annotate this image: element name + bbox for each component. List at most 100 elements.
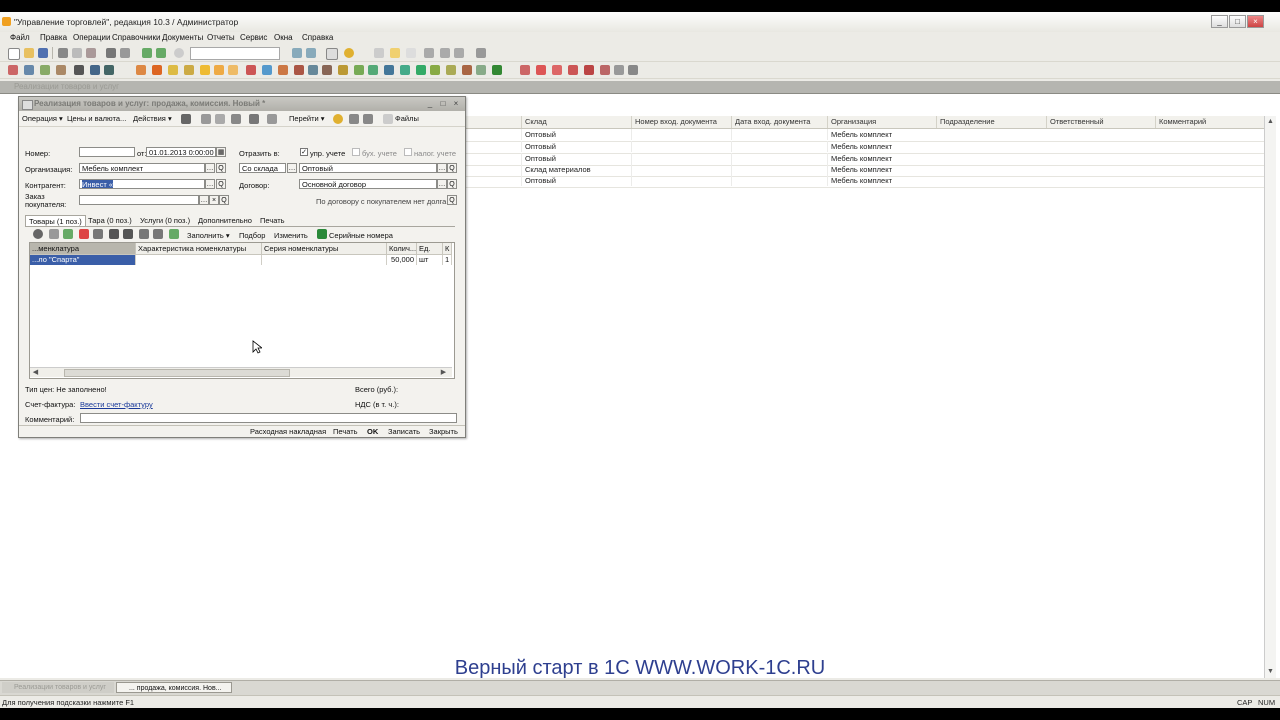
- doc-icon[interactable]: [74, 65, 84, 75]
- post-icon[interactable]: [181, 114, 191, 124]
- create-invoice-link[interactable]: Ввести счет-фактуру: [80, 400, 153, 409]
- organization-select-button[interactable]: …: [205, 163, 215, 173]
- selection-button[interactable]: Подбор: [239, 231, 265, 240]
- files-icon[interactable]: [383, 114, 393, 124]
- doc-icon[interactable]: [552, 65, 562, 75]
- row-icon[interactable]: [93, 229, 103, 239]
- col-incoming-date[interactable]: Дата вход. документа: [731, 116, 827, 128]
- move-down-icon[interactable]: [123, 229, 133, 239]
- sort-asc-icon[interactable]: [139, 229, 149, 239]
- doc-icon[interactable]: [184, 65, 194, 75]
- book-accounting-checkbox[interactable]: [352, 148, 360, 156]
- paste-icon[interactable]: [86, 48, 96, 58]
- doc-icon[interactable]: [152, 65, 162, 75]
- warehouse-select-button[interactable]: …: [437, 163, 447, 173]
- actions-menu[interactable]: Действия ▾: [133, 114, 172, 123]
- doc-icon[interactable]: [600, 65, 610, 75]
- counterparty-select-button[interactable]: …: [205, 179, 215, 189]
- doc-icon[interactable]: [492, 65, 502, 75]
- tab-additional[interactable]: Дополнительно: [195, 215, 255, 226]
- grid-horizontal-scrollbar[interactable]: ◀ ▶: [30, 367, 452, 377]
- doc-icon[interactable]: [416, 65, 426, 75]
- tool-icon[interactable]: [406, 48, 416, 58]
- col-incoming-number[interactable]: Номер вход. документа: [631, 116, 731, 128]
- cell-nomenclature[interactable]: ...ло "Спарта": [30, 255, 136, 265]
- doc-icon[interactable]: [354, 65, 364, 75]
- doc-icon[interactable]: [246, 65, 256, 75]
- doc-icon[interactable]: [308, 65, 318, 75]
- doc-icon[interactable]: [338, 65, 348, 75]
- doc-icon[interactable]: [294, 65, 304, 75]
- scroll-thumb[interactable]: [64, 369, 290, 377]
- doc-icon[interactable]: [56, 65, 66, 75]
- cell-quantity[interactable]: 50,000: [387, 255, 417, 265]
- serial-numbers-icon[interactable]: [317, 229, 327, 239]
- mark-plus-icon[interactable]: [440, 48, 450, 58]
- doc-icon[interactable]: [430, 65, 440, 75]
- doc-icon[interactable]: [104, 65, 114, 75]
- number-field[interactable]: [79, 147, 135, 157]
- save-button[interactable]: Записать: [388, 427, 420, 436]
- ok-button[interactable]: OK: [367, 427, 378, 436]
- refresh-icon[interactable]: [231, 114, 241, 124]
- customer-order-field[interactable]: [79, 195, 199, 205]
- counterparty-open-icon[interactable]: Q: [216, 179, 226, 189]
- cut-icon[interactable]: [58, 48, 68, 58]
- doc-icon[interactable]: [136, 65, 146, 75]
- minimize-button[interactable]: _: [1211, 15, 1228, 28]
- col-organization[interactable]: Организация: [827, 116, 936, 128]
- task-list-window[interactable]: Реализации товаров и услуг: [2, 682, 114, 693]
- task-document-window[interactable]: ... продажа, комиссия. Нов...: [116, 682, 232, 693]
- mgmt-accounting-checkbox[interactable]: ✓: [300, 148, 308, 156]
- doc-icon[interactable]: [322, 65, 332, 75]
- doc-icon[interactable]: [520, 65, 530, 75]
- col-warehouse[interactable]: Склад: [521, 116, 631, 128]
- close-button[interactable]: ×: [1247, 15, 1264, 28]
- contract-open-icon[interactable]: Q: [447, 179, 457, 189]
- serial-numbers-button[interactable]: Серийные номера: [329, 231, 393, 240]
- doc-icon[interactable]: [568, 65, 578, 75]
- warehouse-open-icon[interactable]: Q: [447, 163, 457, 173]
- doc-icon[interactable]: [584, 65, 594, 75]
- debt-open-icon[interactable]: Q: [447, 195, 457, 205]
- doc-icon[interactable]: [24, 65, 34, 75]
- doc-icon[interactable]: [628, 65, 638, 75]
- print-icon[interactable]: [106, 48, 116, 58]
- find-next-icon[interactable]: [292, 48, 302, 58]
- list-icon[interactable]: [349, 114, 359, 124]
- menu-edit[interactable]: Правка: [40, 33, 67, 42]
- warehouse-choice-button[interactable]: …: [287, 163, 297, 173]
- doc-icon[interactable]: [476, 65, 486, 75]
- col-k[interactable]: К: [443, 243, 452, 254]
- settings-icon[interactable]: [476, 48, 486, 58]
- mark-minus-icon[interactable]: [454, 48, 464, 58]
- maximize-button[interactable]: □: [1229, 15, 1246, 28]
- scroll-left-icon[interactable]: ◀: [31, 368, 40, 377]
- move-up-icon[interactable]: [109, 229, 119, 239]
- tax-accounting-checkbox[interactable]: [404, 148, 412, 156]
- menu-operations[interactable]: Операции: [73, 33, 110, 42]
- sort-desc-icon[interactable]: [153, 229, 163, 239]
- help-icon[interactable]: [344, 48, 354, 58]
- doc-icon[interactable]: [201, 114, 211, 124]
- menu-service[interactable]: Сервис: [240, 33, 267, 42]
- operation-menu[interactable]: Операция ▾: [22, 114, 63, 123]
- cell-characteristic[interactable]: [136, 255, 262, 265]
- contract-select-button[interactable]: …: [437, 179, 447, 189]
- doc-icon[interactable]: [90, 65, 100, 75]
- copy-icon[interactable]: [72, 48, 82, 58]
- invoice-print-button[interactable]: Расходная накладная: [250, 427, 326, 436]
- cell-unit[interactable]: шт: [417, 255, 443, 265]
- tab-containers[interactable]: Тара (0 поз.): [85, 215, 135, 226]
- doc-icon[interactable]: [384, 65, 394, 75]
- doc-icon[interactable]: [614, 65, 624, 75]
- cell-k[interactable]: 1: [443, 255, 452, 265]
- doc-icon[interactable]: [536, 65, 546, 75]
- col-responsible[interactable]: Ответственный: [1046, 116, 1155, 128]
- doc-icon[interactable]: [40, 65, 50, 75]
- help-icon[interactable]: [333, 114, 343, 124]
- redo-icon[interactable]: [156, 48, 166, 58]
- structure-icon[interactable]: [249, 114, 259, 124]
- calendar-icon[interactable]: [390, 48, 400, 58]
- doc-icon[interactable]: [262, 65, 272, 75]
